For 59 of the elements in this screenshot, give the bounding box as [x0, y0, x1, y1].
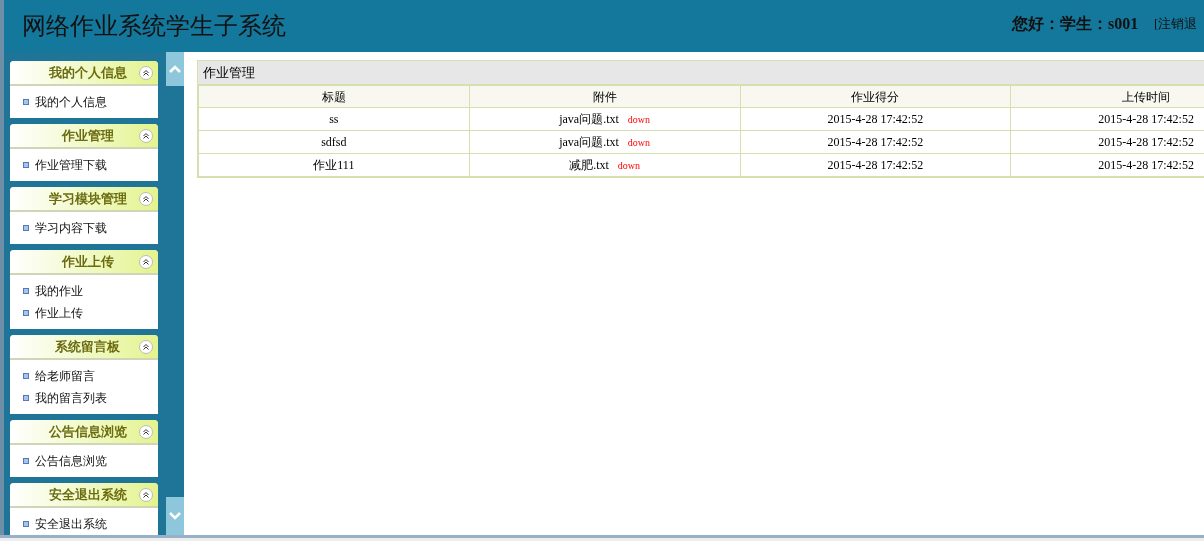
menu-group-title: 系统留言板 — [54, 337, 121, 356]
menu-link[interactable]: 给老师留言 — [35, 367, 95, 385]
menu-group-header[interactable]: 作业上传 — [10, 250, 158, 275]
menu-group-header[interactable]: 公告信息浏览 — [10, 420, 158, 445]
menu-link[interactable]: 我的作业 — [35, 282, 83, 300]
file-name: 减肥.txt — [569, 158, 609, 172]
bullet-icon — [23, 521, 29, 527]
menu-link[interactable]: 作业管理下载 — [35, 156, 107, 174]
menu-group-title: 作业管理 — [60, 126, 115, 145]
logout-link[interactable]: [注销退 — [1154, 14, 1198, 34]
table-cell: sdfsd — [198, 130, 470, 154]
collapse-icon[interactable] — [139, 424, 153, 439]
menu-group-title: 学习模块管理 — [47, 189, 128, 208]
download-link[interactable]: down — [627, 114, 651, 125]
collapse-icon[interactable] — [139, 254, 153, 269]
menu-link[interactable]: 我的个人信息 — [35, 93, 107, 111]
collapse-icon[interactable] — [139, 128, 153, 143]
menu-group-header[interactable]: 作业管理 — [10, 124, 158, 149]
menu-link[interactable]: 我的留言列表 — [35, 389, 107, 407]
table-cell: ss — [198, 107, 470, 131]
column-header: 作业得分 — [740, 85, 1011, 108]
menu-link[interactable]: 公告信息浏览 — [35, 452, 107, 470]
column-header: 上传时间 — [1010, 85, 1204, 108]
collapse-icon[interactable] — [139, 339, 153, 354]
table-cell: 2015-4-28 17:42:52 — [740, 153, 1011, 177]
download-link[interactable]: down — [617, 160, 641, 171]
collapse-icon[interactable] — [139, 191, 153, 206]
menu-group-title: 安全退出系统 — [47, 485, 128, 504]
menu-group-title: 我的个人信息 — [47, 63, 128, 82]
menu-group-title: 作业上传 — [60, 252, 115, 271]
bullet-icon — [23, 99, 29, 105]
menu-group-header[interactable]: 学习模块管理 — [10, 187, 158, 212]
menu-group-header[interactable]: 系统留言板 — [10, 335, 158, 360]
menu-group-header[interactable]: 安全退出系统 — [10, 483, 158, 508]
bullet-icon — [23, 310, 29, 316]
bullet-icon — [23, 458, 29, 464]
bullet-icon — [23, 162, 29, 168]
file-name: java问题.txt — [559, 135, 619, 149]
collapse-icon[interactable] — [139, 487, 153, 502]
menu-link[interactable]: 作业上传 — [35, 304, 83, 322]
app-title: 网络作业系统学生子系统 — [22, 11, 286, 42]
menu-group-header[interactable]: 我的个人信息 — [10, 61, 158, 86]
bullet-icon — [23, 288, 29, 294]
file-name: java问题.txt — [559, 112, 619, 126]
table-cell: 2015-4-28 17:42:52 — [740, 107, 1011, 131]
menu-link[interactable]: 安全退出系统 — [35, 515, 107, 533]
bullet-icon — [23, 395, 29, 401]
menu-group-title: 公告信息浏览 — [47, 422, 128, 441]
menu-link[interactable]: 学习内容下载 — [35, 219, 107, 237]
column-header: 标题 — [198, 85, 470, 108]
panel-title: 作业管理 — [198, 61, 1204, 85]
bullet-icon — [23, 225, 29, 231]
table-cell: 2015-4-28 17:42:52 — [740, 130, 1011, 154]
greeting-text: 您好：学生：s001 — [1012, 14, 1139, 34]
bullet-icon — [23, 373, 29, 379]
column-header: 附件 — [469, 85, 740, 108]
download-link[interactable]: down — [627, 137, 651, 148]
table-cell: 作业111 — [198, 153, 470, 177]
collapse-icon[interactable] — [139, 65, 153, 80]
